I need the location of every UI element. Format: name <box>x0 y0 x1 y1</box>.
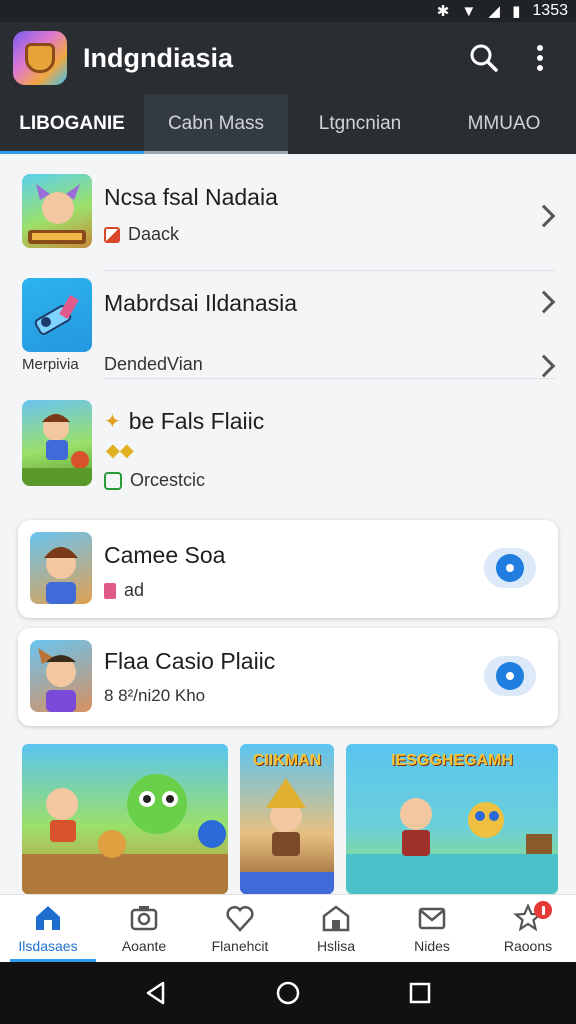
item-title-wrap: ✦ be Fals Flaiic <box>104 408 264 435</box>
card-subtitle: 8 8²/ni20 Kho <box>104 686 206 705</box>
home-circle-icon[interactable] <box>275 980 301 1006</box>
tag-icon <box>104 582 116 599</box>
thumbnail-caption: Merpivia <box>22 356 79 373</box>
card-subtitle-text: ad <box>124 580 145 600</box>
nav-label: Raoons <box>503 937 553 954</box>
nav-item-ratings[interactable]: Raoons <box>480 895 576 962</box>
leaf-icon: ✦ <box>104 411 121 433</box>
gallery-tile[interactable] <box>22 744 228 894</box>
status-time: 1353 <box>532 2 568 19</box>
mail-icon <box>418 907 446 929</box>
app-title: Indgndiasia <box>83 42 234 73</box>
gallery-tile-label: CIIKMAN <box>252 752 322 769</box>
card-title: Flaa Casio Plaiic <box>104 648 276 674</box>
tab-3[interactable]: Ltgncnian <box>288 94 432 154</box>
character-illustration <box>28 184 86 244</box>
more-vert-icon <box>537 45 543 71</box>
system-navigation-bar <box>0 962 576 1024</box>
status-icons: ✱ ▼ ◢ ▮ <box>436 3 525 20</box>
nav-label: Hslisa <box>316 937 356 954</box>
toggle-knob <box>496 662 524 690</box>
item-subtitle: DendedVian <box>104 354 203 374</box>
character-illustration <box>44 547 78 604</box>
tag-icon <box>104 226 120 243</box>
item-title: be Fals Flaiic <box>128 408 265 434</box>
item-subtitle-text: Orcestcic <box>130 470 206 490</box>
overflow-menu-button[interactable] <box>520 38 560 78</box>
game-thumbnail <box>22 174 92 248</box>
gallery-tile[interactable]: CIIKMAN <box>240 744 334 894</box>
game-artwork <box>22 774 228 894</box>
game-thumbnail <box>30 640 92 712</box>
tag-icon <box>104 471 122 490</box>
chevron-right-icon <box>532 290 556 314</box>
home-icon <box>36 905 60 930</box>
nav-item-favorites[interactable]: Flanehcit <box>192 895 288 962</box>
search-icon <box>470 44 498 72</box>
status-bar: ✱ ▼ ◢ ▮ 1353 <box>0 0 576 22</box>
item-title: Ncsa fsal Nadaia <box>104 184 278 210</box>
nav-item-home[interactable]: Ilsdasaes <box>0 895 96 962</box>
gallery-tile-label: IESGGHEGAMH <box>391 752 513 769</box>
game-card[interactable]: Flaa Casio Plaiic 8 8²/ni20 Kho <box>18 628 558 726</box>
nav-item-store[interactable]: Hslisa <box>288 895 384 962</box>
app-logo <box>13 31 67 85</box>
search-button[interactable] <box>464 38 504 78</box>
featured-gallery: CIIKMAN IESGGHEGAMH <box>0 744 576 894</box>
character-illustration <box>38 648 76 712</box>
game-thumbnail <box>22 278 92 352</box>
game-card[interactable]: Camee Soa ad <box>18 520 558 618</box>
item-subtitle: Orcestcic <box>104 470 205 491</box>
tool-illustration <box>34 294 79 335</box>
toggle-knob <box>496 554 524 582</box>
divider <box>104 378 556 379</box>
card-subtitle: ad <box>104 580 144 601</box>
diamond-icon: ◆◆ <box>106 440 134 460</box>
nav-label: Nides <box>414 937 450 954</box>
chevron-right-icon <box>532 354 556 378</box>
nav-item-mail[interactable]: Nides <box>384 895 480 962</box>
divider <box>104 270 556 271</box>
nav-label: Flanehcit <box>211 937 269 954</box>
nav-label: Ilsdasaes <box>18 937 78 954</box>
gallery-tile[interactable]: IESGGHEGAMH <box>346 744 558 894</box>
nav-item-camera[interactable]: Aoante <box>96 895 192 962</box>
main-content: Ncsa fsal Nadaia Daack Mabrdsai Ildanasi… <box>0 154 576 894</box>
back-icon[interactable] <box>143 980 169 1006</box>
store-icon <box>322 904 350 931</box>
app-bar: Indgndiasia <box>0 22 576 94</box>
card-title: Camee Soa <box>104 542 226 568</box>
tab-1[interactable]: LIBOGANIE <box>0 94 144 154</box>
chevron-right-icon <box>532 204 556 228</box>
nav-label: Aoante <box>121 937 167 954</box>
tab-2[interactable]: Cabn Mass <box>144 94 288 154</box>
heart-icon <box>226 905 254 932</box>
bottom-navigation: Ilsdasaes Aoante Flanehcit Hslisa Nides … <box>0 894 576 962</box>
item-subtitle: Daack <box>104 224 179 245</box>
recents-icon[interactable] <box>407 980 433 1006</box>
tab-4[interactable]: MMUAO <box>432 94 576 154</box>
game-thumbnail <box>22 400 92 486</box>
list-item[interactable]: Ncsa fsal Nadaia Daack <box>0 172 576 262</box>
game-thumbnail <box>30 532 92 604</box>
item-title: Mabrdsai Ildanasia <box>104 290 298 316</box>
character-illustration <box>22 414 92 486</box>
camera-icon <box>130 905 158 930</box>
toggle-switch[interactable] <box>484 656 536 696</box>
item-subtitle-text: Daack <box>128 224 180 244</box>
toggle-switch[interactable] <box>484 548 536 588</box>
notification-badge <box>534 901 552 919</box>
tab-bar: LIBOGANIE Cabn Mass Ltgncnian MMUAO <box>0 94 576 154</box>
list-item[interactable]: ✦ be Fals Flaiic ◆◆ Orcestcic <box>0 398 576 498</box>
list-item[interactable]: Mabrdsai Ildanasia Merpivia DendedVian <box>0 276 576 378</box>
shield-icon <box>25 43 55 73</box>
